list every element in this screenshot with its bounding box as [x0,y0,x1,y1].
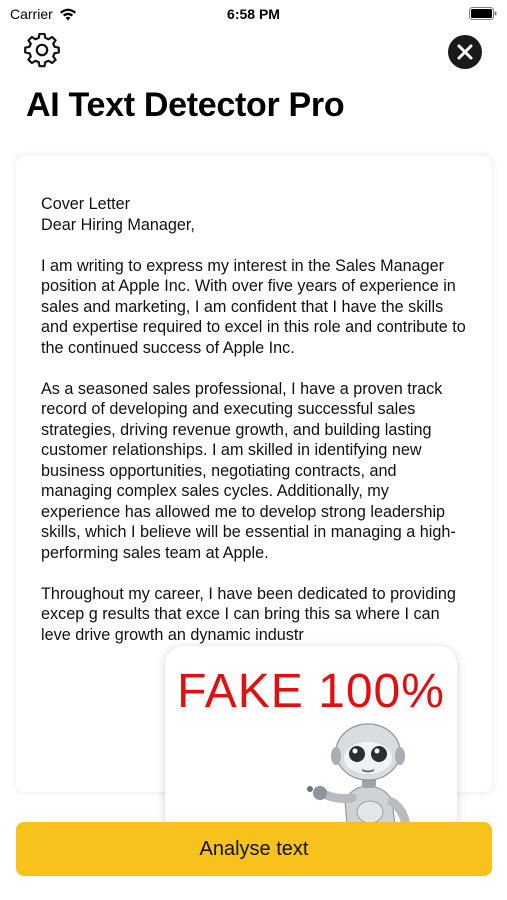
document-heading-line: Cover Letter [41,195,131,213]
result-popup: FAKE 100% [165,646,457,834]
close-button[interactable] [448,35,482,69]
analyse-text-button[interactable]: Analyse text [16,822,492,876]
document-paragraph: I am writing to express my interest in t… [41,256,466,357]
status-time: 6:58 PM [227,6,280,22]
document-heading: Cover Letter Dear Hiring Manager, [41,194,471,235]
battery-icon [469,7,497,20]
document-text[interactable]: Cover Letter Dear Hiring Manager, I am w… [41,194,471,666]
document-heading-line: Dear Hiring Manager, [41,215,195,234]
result-label: FAKE 100% [177,665,445,718]
robot-icon [307,723,411,834]
gear-icon[interactable] [24,33,60,69]
document-paragraph: Throughout my career, I have been dedica… [41,584,456,644]
page-title: AI Text Detector Pro [26,86,345,124]
document-paragraph: As a seasoned sales professional, I have… [41,379,456,562]
status-bar: Carrier 6:58 PM [0,0,507,28]
close-icon [457,44,473,60]
